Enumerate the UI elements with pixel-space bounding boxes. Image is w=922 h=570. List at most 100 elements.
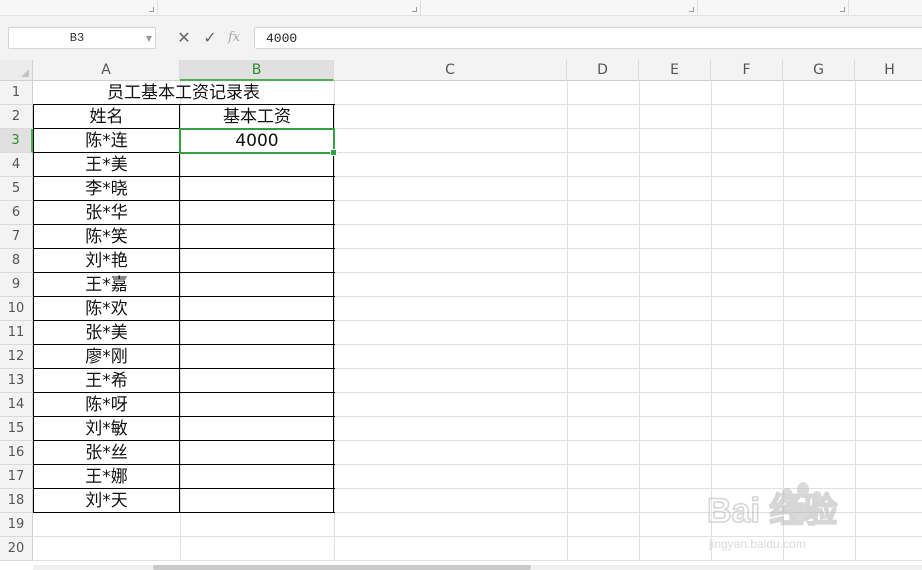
row-header-9[interactable]: 9	[0, 273, 33, 297]
row-header-11[interactable]: 11	[0, 321, 33, 345]
cell-salary[interactable]	[180, 297, 334, 321]
row-header-15[interactable]: 15	[0, 417, 33, 441]
active-cell-selection[interactable]	[179, 128, 337, 156]
select-all-corner[interactable]	[0, 60, 33, 81]
cell-salary[interactable]	[180, 273, 334, 297]
row-header-20[interactable]: 20	[0, 537, 33, 561]
cell-name[interactable]: 陈*连	[33, 129, 180, 153]
column-header-e[interactable]: E	[639, 60, 711, 81]
cell-salary[interactable]	[180, 465, 334, 489]
close-icon[interactable]: ✕	[175, 27, 193, 49]
gridline	[567, 81, 568, 561]
table-border	[33, 104, 34, 513]
ribbon-group	[158, 0, 421, 15]
cell-salary[interactable]	[180, 441, 334, 465]
column-header-g[interactable]: G	[783, 60, 855, 81]
cell-salary[interactable]	[180, 345, 334, 369]
name-box-value: B3	[69, 31, 85, 45]
table-border	[33, 368, 335, 369]
ribbon-remnant	[0, 0, 922, 16]
column-header-b[interactable]: B	[180, 60, 334, 81]
cell-name[interactable]: 刘*艳	[33, 249, 180, 273]
ribbon-group	[0, 0, 158, 15]
ribbon-group	[421, 0, 698, 15]
cell-salary[interactable]	[180, 489, 334, 513]
formula-input[interactable]: 4000	[254, 27, 922, 49]
row-header-12[interactable]: 12	[0, 345, 33, 369]
row-header-17[interactable]: 17	[0, 465, 33, 489]
cell-salary[interactable]	[180, 321, 334, 345]
cell-salary[interactable]	[180, 417, 334, 441]
cell-salary[interactable]	[180, 225, 334, 249]
cell-name[interactable]: 陈*欢	[33, 297, 180, 321]
gridline	[639, 81, 640, 561]
formula-bar: B3 ▼ ✕ ✓ fx 4000	[0, 16, 922, 60]
column-header-a[interactable]: A	[33, 60, 180, 81]
scrollbar-thumb[interactable]	[153, 565, 531, 570]
fx-icon[interactable]: fx	[228, 27, 240, 49]
formula-value: 4000	[266, 31, 298, 46]
cell-name[interactable]: 王*娜	[33, 465, 180, 489]
column-header-d[interactable]: D	[567, 60, 639, 81]
table-border	[33, 200, 335, 201]
cell-name[interactable]: 张*美	[33, 321, 180, 345]
row-header-10[interactable]: 10	[0, 297, 33, 321]
horizontal-scrollbar[interactable]	[33, 565, 922, 570]
cell-name[interactable]: 廖*刚	[33, 345, 180, 369]
check-icon[interactable]: ✓	[201, 27, 219, 49]
cell-name[interactable]: 刘*天	[33, 489, 180, 513]
cell-salary[interactable]	[180, 153, 334, 177]
row-header-6[interactable]: 6	[0, 201, 33, 225]
table-border	[33, 176, 335, 177]
row-header-1[interactable]: 1	[0, 81, 33, 105]
name-box[interactable]: B3 ▼	[8, 27, 156, 49]
table-border	[33, 440, 335, 441]
table-border	[33, 512, 335, 513]
table-border	[179, 104, 180, 513]
sheet-title[interactable]: 员工基本工资记录表	[33, 81, 334, 105]
column-header-f[interactable]: F	[711, 60, 783, 81]
table-border	[33, 248, 335, 249]
table-border	[33, 344, 335, 345]
row-header-7[interactable]: 7	[0, 225, 33, 249]
row-header-8[interactable]: 8	[0, 249, 33, 273]
cell-name[interactable]: 陈*呀	[33, 393, 180, 417]
cell-name[interactable]: 张*华	[33, 201, 180, 225]
row-header-2[interactable]: 2	[0, 105, 33, 129]
cell-name[interactable]: 王*美	[33, 153, 180, 177]
header-salary[interactable]: 基本工资	[180, 105, 334, 129]
table-border	[33, 272, 335, 273]
baidu-jingyan-watermark: Bai 经验 jingyan.baidu.com	[706, 482, 838, 551]
chevron-down-icon[interactable]: ▼	[146, 28, 152, 49]
cell-salary[interactable]	[180, 393, 334, 417]
cell-name[interactable]: 刘*敏	[33, 417, 180, 441]
header-name[interactable]: 姓名	[33, 105, 180, 129]
table-border	[333, 104, 334, 513]
table-border	[33, 296, 335, 297]
ribbon-group	[698, 0, 849, 15]
cell-name[interactable]: 陈*笑	[33, 225, 180, 249]
row-header-13[interactable]: 13	[0, 369, 33, 393]
column-header-h[interactable]: H	[855, 60, 922, 81]
table-border	[33, 104, 335, 105]
cell-salary[interactable]	[180, 201, 334, 225]
row-header-18[interactable]: 18	[0, 489, 33, 513]
cell-salary[interactable]	[180, 369, 334, 393]
cell-name[interactable]: 王*嘉	[33, 273, 180, 297]
cell-salary[interactable]	[180, 249, 334, 273]
table-border	[33, 320, 335, 321]
cell-name[interactable]: 王*希	[33, 369, 180, 393]
column-header-c[interactable]: C	[334, 60, 567, 81]
row-header-5[interactable]: 5	[0, 177, 33, 201]
row-header-19[interactable]: 19	[0, 513, 33, 537]
cell-name[interactable]: 张*丝	[33, 441, 180, 465]
cell-name[interactable]: 李*晓	[33, 177, 180, 201]
row-header-14[interactable]: 14	[0, 393, 33, 417]
table-border	[33, 464, 335, 465]
watermark-url: jingyan.baidu.com	[708, 537, 806, 551]
row-header-3[interactable]: 3	[0, 129, 33, 153]
row-header-4[interactable]: 4	[0, 153, 33, 177]
table-border	[33, 392, 335, 393]
row-header-16[interactable]: 16	[0, 441, 33, 465]
cell-salary[interactable]	[180, 177, 334, 201]
